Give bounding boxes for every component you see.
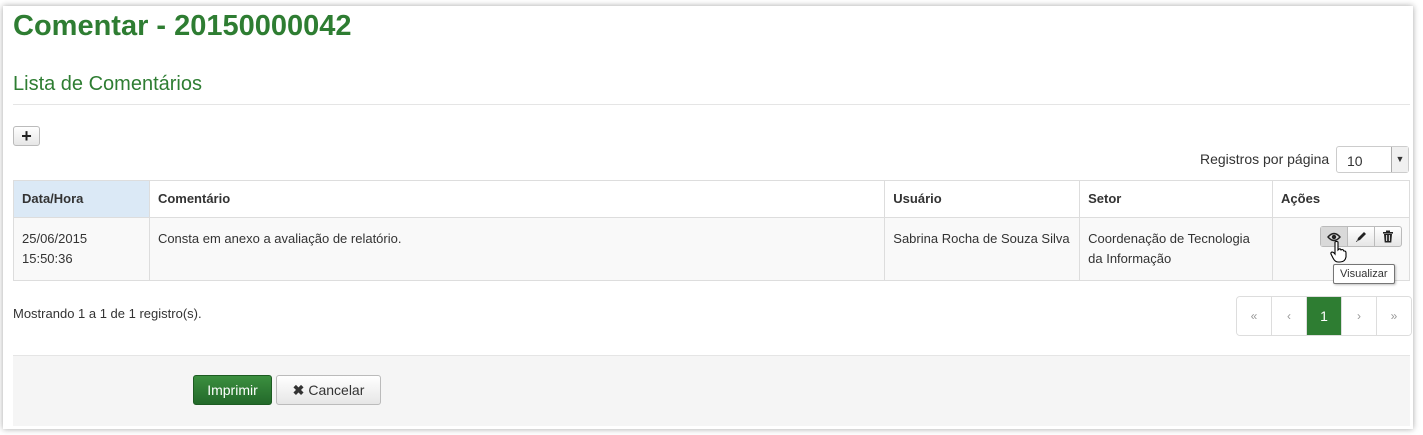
pagination-first[interactable]: « (1237, 297, 1272, 335)
chevron-down-icon: ▼ (1391, 147, 1408, 172)
column-header-user[interactable]: Usuário (884, 180, 1081, 218)
tooltip: Visualizar (1333, 264, 1395, 284)
per-page-label: Registros por página (1200, 151, 1330, 167)
pagination-last[interactable]: » (1377, 297, 1411, 335)
print-button[interactable]: Imprimir (193, 375, 272, 405)
hand-cursor-icon (1330, 241, 1347, 263)
column-header-actions: Ações (1272, 180, 1410, 218)
per-page-value: 10 (1347, 153, 1363, 169)
eye-icon (1327, 232, 1341, 241)
column-header-sector[interactable]: Setor (1079, 180, 1274, 218)
close-icon: ✖ (292, 382, 305, 398)
comments-table: Data/Hora Comentário Usuário Setor Ações… (13, 180, 1410, 281)
plus-icon: + (21, 126, 32, 146)
table-row: 25/06/2015 15:50:36 Consta em anexo a av… (13, 217, 1410, 281)
column-header-comment[interactable]: Comentário (148, 180, 886, 218)
section-divider (13, 104, 1410, 105)
edit-button[interactable] (1348, 227, 1375, 246)
per-page-select[interactable]: 10 ▼ (1336, 146, 1409, 173)
cancel-label: Cancelar (308, 382, 365, 398)
cancel-button[interactable]: ✖ Cancelar (276, 375, 381, 405)
cell-datetime: 25/06/2015 15:50:36 (13, 217, 150, 281)
column-header-datetime[interactable]: Data/Hora (13, 180, 150, 218)
pagination-next[interactable]: › (1342, 297, 1377, 335)
pagination-page-1[interactable]: 1 (1307, 297, 1342, 335)
pagination-prev[interactable]: ‹ (1272, 297, 1307, 335)
cell-comment: Consta em anexo a avaliação de relatório… (148, 217, 886, 281)
add-comment-button[interactable]: + (13, 126, 40, 146)
cell-sector: Coordenação de Tecnologia da Informação (1079, 217, 1274, 281)
trash-icon (1383, 230, 1393, 243)
records-summary: Mostrando 1 a 1 de 1 registro(s). (13, 306, 202, 321)
section-title: Lista de Comentários (13, 73, 202, 95)
page-title: Comentar - 20150000042 (13, 10, 352, 42)
pagination: « ‹ 1 › » (1236, 296, 1412, 336)
cell-user: Sabrina Rocha de Souza Silva (884, 217, 1081, 281)
pencil-icon (1355, 232, 1366, 242)
delete-button[interactable] (1375, 227, 1401, 246)
